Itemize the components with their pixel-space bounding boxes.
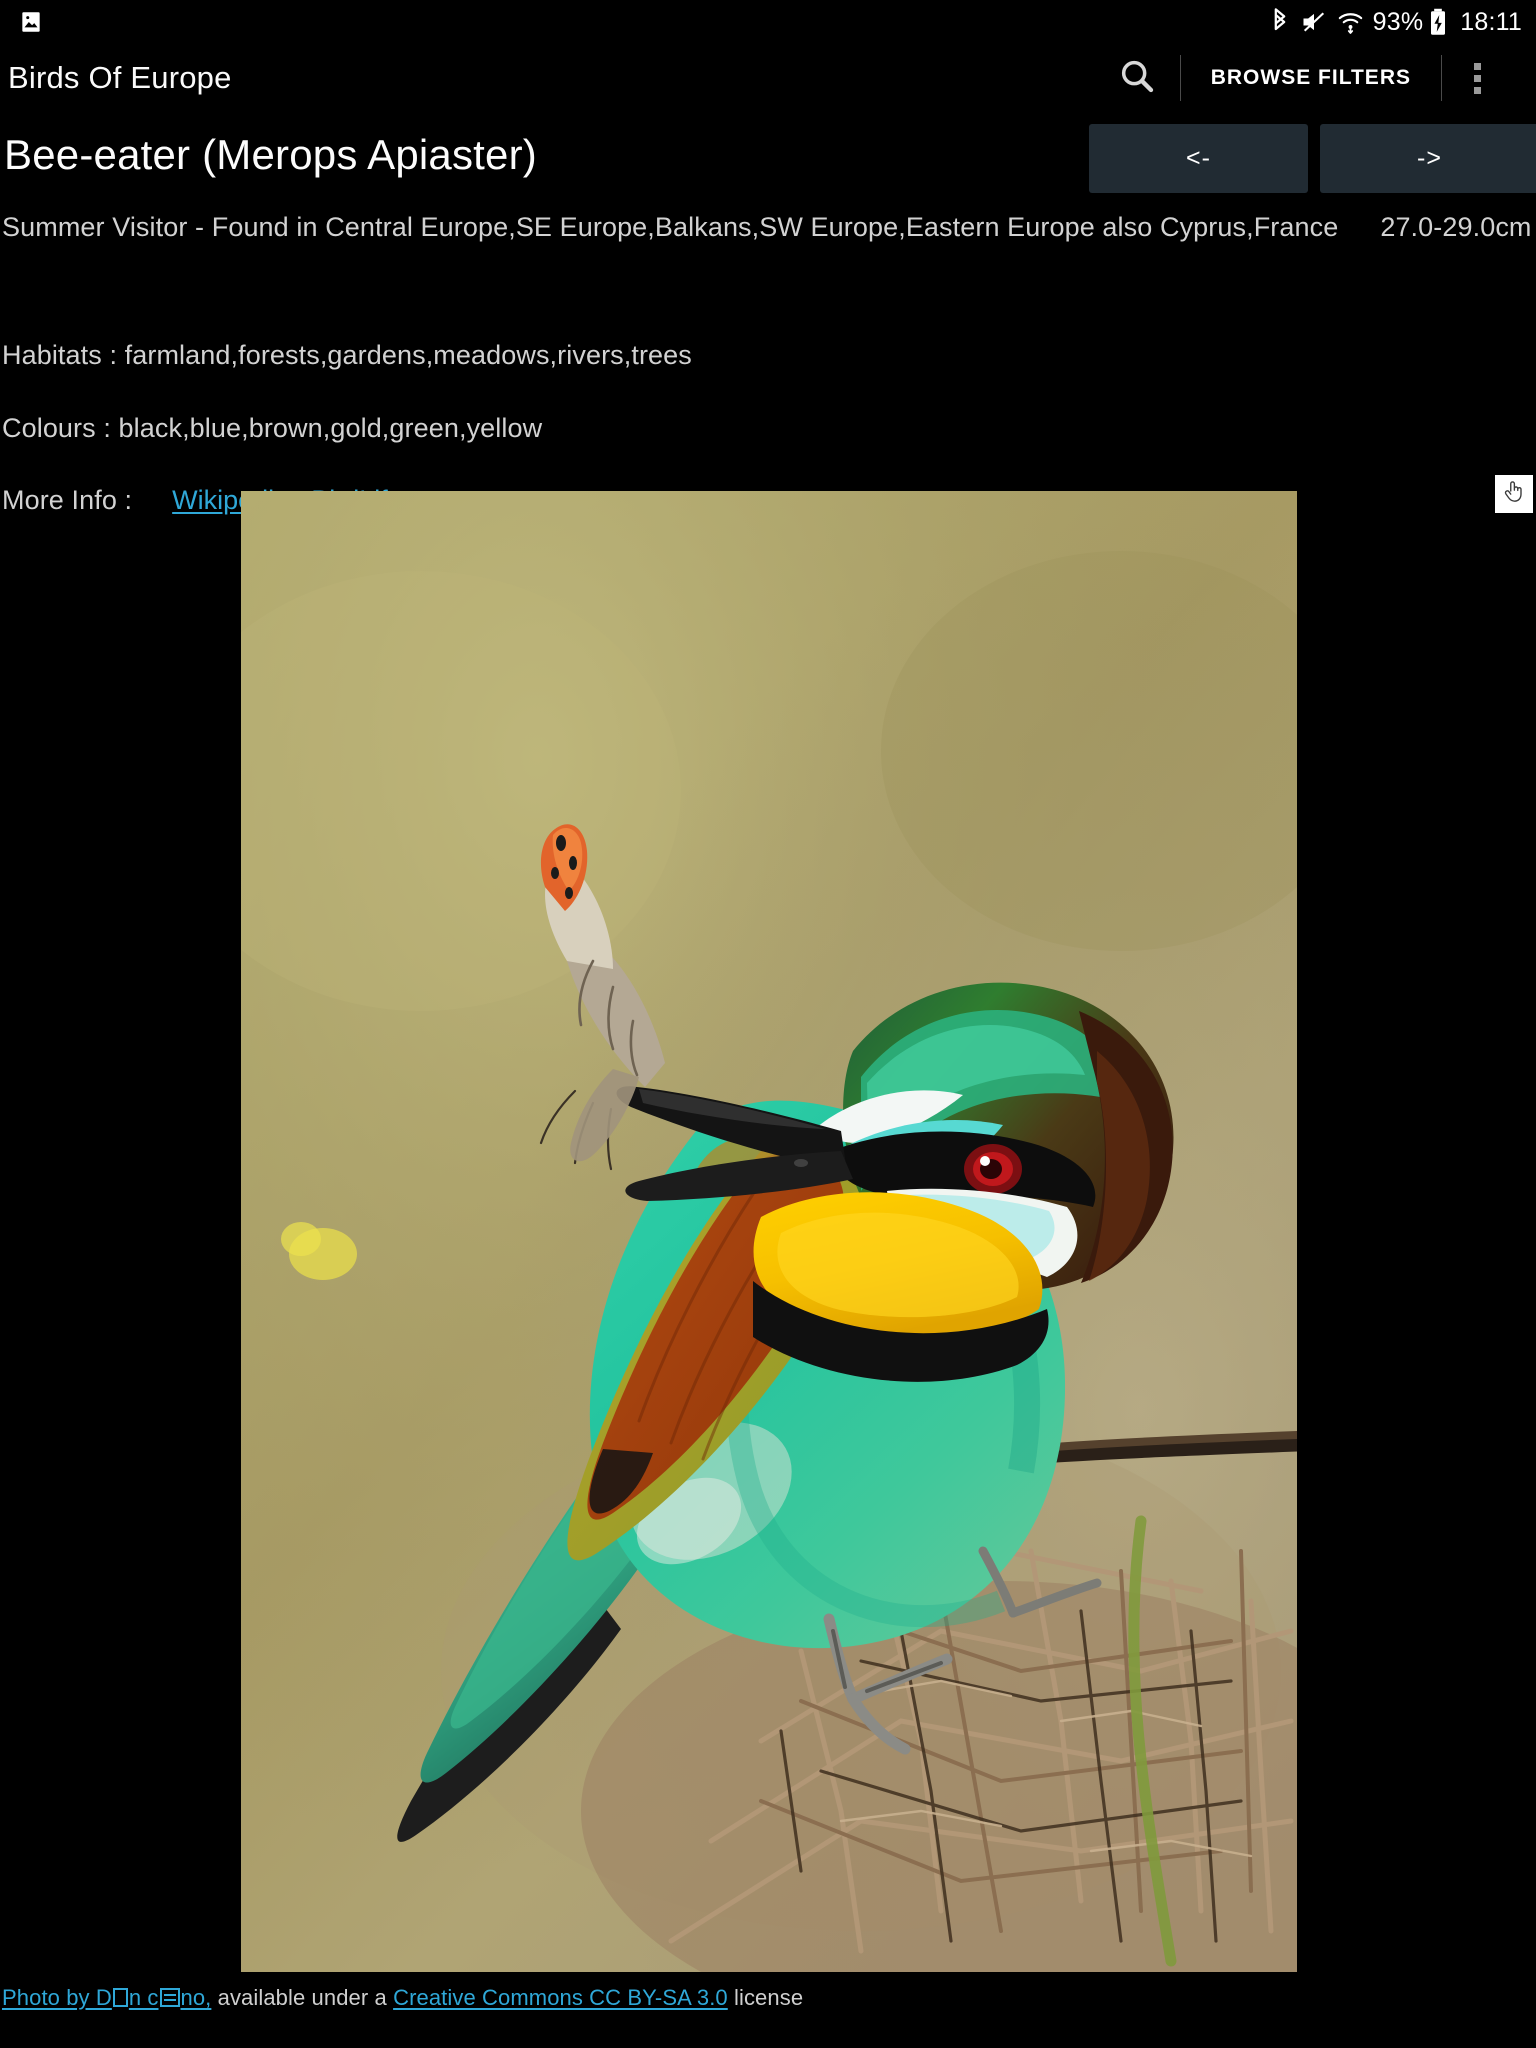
overflow-menu-icon-dot-3	[1473, 86, 1481, 94]
status-bar-clock: 18:11	[1460, 7, 1522, 36]
photographer-name-part2: n c	[128, 1985, 159, 2010]
caption-middle-text: available under a	[211, 1985, 394, 2010]
status-bar-left	[18, 9, 44, 35]
hand-pointer-badge	[1495, 475, 1533, 513]
bird-photo[interactable]	[241, 491, 1297, 1972]
missing-glyph-1	[112, 1988, 128, 2007]
overflow-menu-icon-dot-2	[1473, 74, 1481, 82]
search-icon	[1117, 56, 1157, 101]
app-title: Birds Of Europe	[8, 60, 232, 95]
bird-habitats-label: Habitats : farmland,forests,gardens,mead…	[2, 340, 692, 370]
bird-colours-label: Colours : black,blue,brown,gold,green,ye…	[2, 413, 543, 443]
bird-status-description: Summer Visitor - Found in Central Europe…	[2, 212, 1339, 242]
app-bar: Birds Of Europe BROWSE FILTERS	[0, 44, 1536, 112]
photographer-name-part1: Photo by D	[2, 1985, 112, 2010]
bird-title-row: Bee-eater (Merops Apiaster) <- ->	[0, 112, 1536, 198]
previous-bird-button[interactable]: <-	[1089, 124, 1308, 193]
app-bar-actions: BROWSE FILTERS	[1094, 44, 1512, 112]
bird-status-row: Summer Visitor - Found in Central Europe…	[0, 212, 1536, 243]
bird-detail-content: Bee-eater (Merops Apiaster) <- -> Summer…	[0, 112, 1536, 516]
image-icon	[18, 9, 44, 35]
volume-mute-icon	[1300, 9, 1328, 35]
overflow-menu-icon-dot-1	[1473, 62, 1481, 70]
bird-photo-illustration	[241, 491, 1297, 1972]
more-info-label: More Info :	[2, 485, 133, 515]
bluetooth-icon	[1269, 8, 1291, 36]
bird-size-label: 27.0-29.0cm	[1380, 212, 1532, 242]
license-link[interactable]: Creative Commons CC BY-SA 3.0	[393, 1985, 728, 2010]
next-bird-button[interactable]: ->	[1320, 124, 1536, 193]
battery-percent-label: 93%	[1372, 7, 1424, 36]
overflow-menu-button[interactable]	[1442, 44, 1512, 112]
missing-glyph-2	[159, 1988, 180, 2007]
hand-pointer-icon	[1499, 477, 1529, 512]
record-navigation: <- ->	[1089, 124, 1536, 193]
status-bar-right: 93% 18:11	[1269, 8, 1522, 37]
photo-credit-caption: Photo by D n c no, available under a Creat…	[2, 1985, 803, 2011]
caption-suffix-text: license	[727, 1985, 804, 2010]
status-bar: 93% 18:11	[0, 0, 1536, 44]
battery-charging-icon	[1429, 8, 1447, 36]
photographer-link[interactable]: Photo by D n c no,	[2, 1985, 211, 2010]
wifi-icon	[1337, 9, 1364, 35]
browse-filters-button[interactable]: BROWSE FILTERS	[1181, 44, 1441, 112]
photographer-name-part3: no,	[180, 1985, 212, 2010]
page-title: Bee-eater (Merops Apiaster)	[4, 131, 537, 178]
search-button[interactable]	[1094, 44, 1180, 112]
